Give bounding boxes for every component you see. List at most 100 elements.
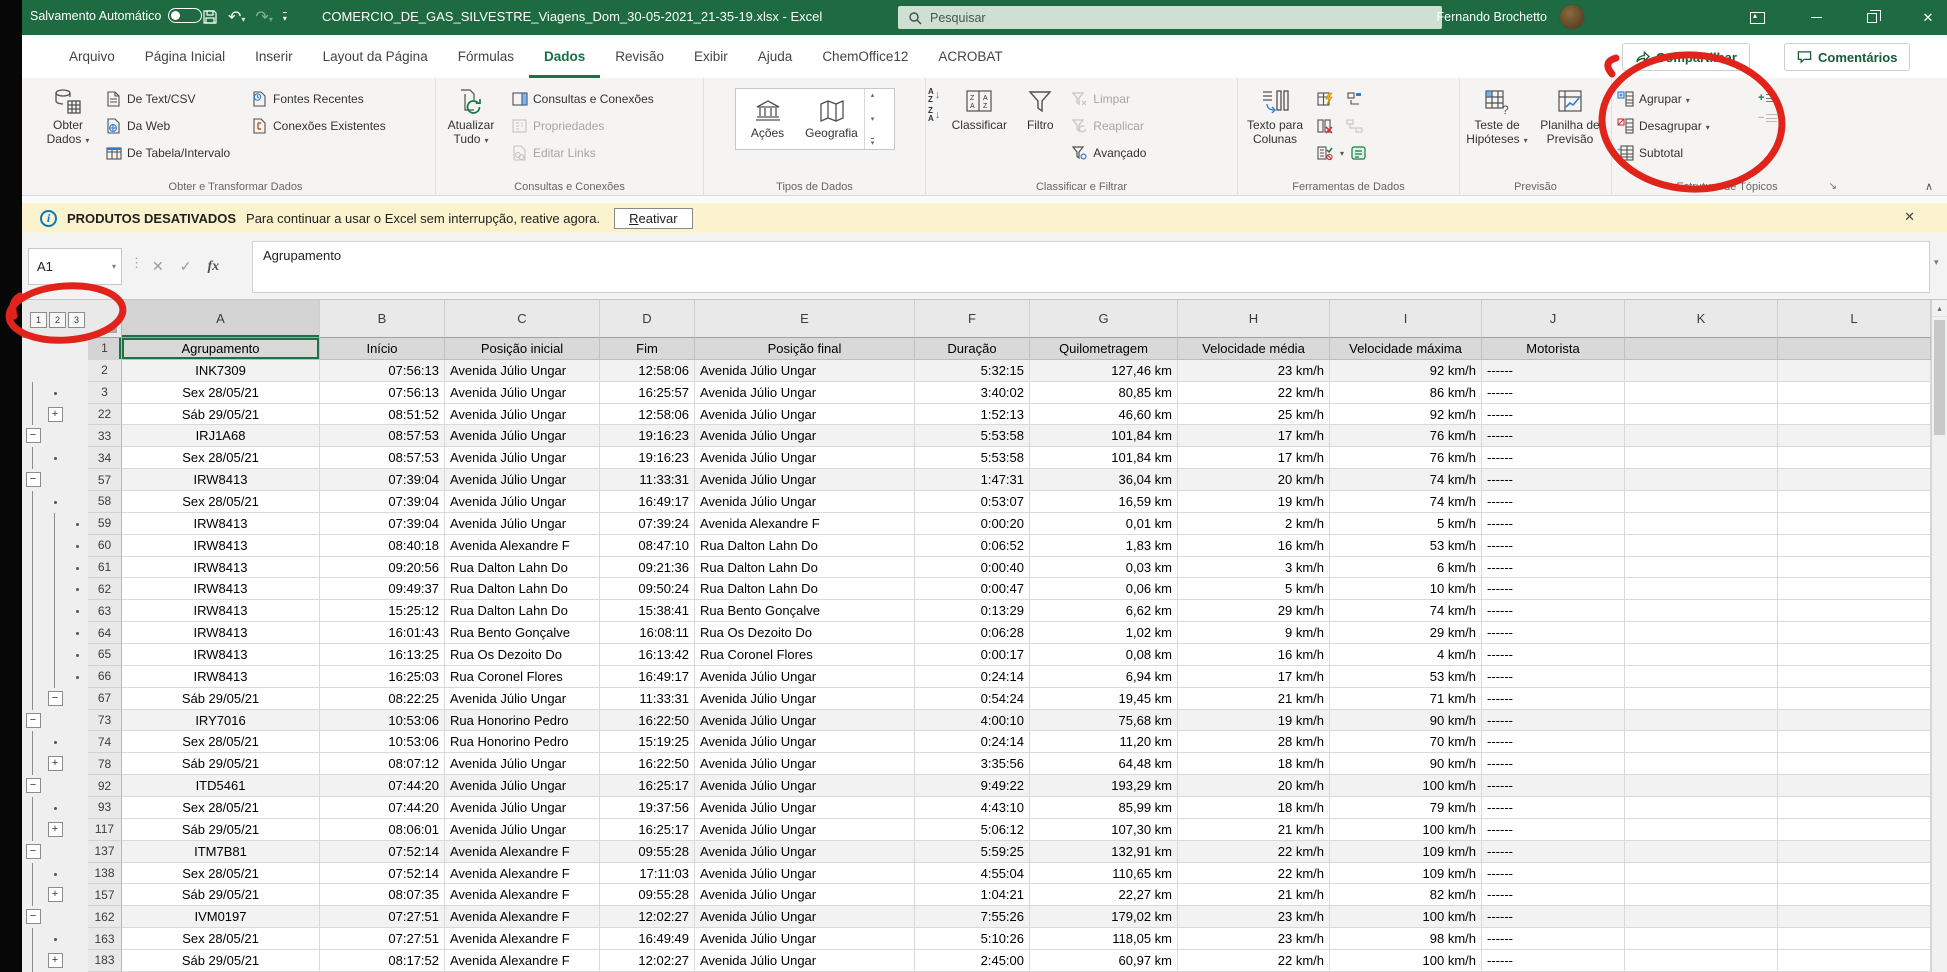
reapply-filter-button[interactable]: Reaplicar	[1066, 114, 1176, 138]
cell-G34[interactable]: 101,84 km	[1030, 447, 1178, 469]
cell-F63[interactable]: 0:13:29	[915, 600, 1030, 622]
cell-L63[interactable]	[1778, 600, 1931, 622]
cell-B163[interactable]: 07:27:51	[320, 928, 445, 950]
cell-D3[interactable]: 16:25:57	[600, 382, 695, 404]
cell-C22[interactable]: Avenida Júlio Ungar	[445, 404, 600, 426]
cell-I65[interactable]: 4 km/h	[1330, 644, 1482, 666]
cell-G1[interactable]: Quilometragem	[1030, 338, 1178, 360]
cell-B2[interactable]: 07:56:13	[320, 360, 445, 382]
cell-I64[interactable]: 29 km/h	[1330, 622, 1482, 644]
refresh-all-button[interactable]: Atualizar Tudo	[436, 82, 506, 174]
cell-A66[interactable]: IRW8413	[122, 666, 320, 688]
cell-H92[interactable]: 20 km/h	[1178, 775, 1330, 797]
cell-L33[interactable]	[1778, 425, 1931, 447]
cell-B58[interactable]: 07:39:04	[320, 491, 445, 513]
row-header-117[interactable]: 117	[88, 819, 122, 841]
edit-links-button[interactable]: Editar Links	[506, 141, 686, 165]
from-web-button[interactable]: Da Web	[100, 114, 246, 138]
cell-J157[interactable]: ------	[1482, 884, 1625, 906]
avatar[interactable]	[1559, 4, 1585, 30]
cell-D65[interactable]: 16:13:42	[600, 644, 695, 666]
formula-input[interactable]: Agrupamento	[252, 241, 1930, 293]
cell-I66[interactable]: 53 km/h	[1330, 666, 1482, 688]
cell-K78[interactable]	[1625, 753, 1778, 775]
cell-A22[interactable]: Sáb 29/05/21	[122, 404, 320, 426]
cell-B65[interactable]: 16:13:25	[320, 644, 445, 666]
cell-B1[interactable]: Início	[320, 338, 445, 360]
cell-J63[interactable]: ------	[1482, 600, 1625, 622]
cell-D33[interactable]: 19:16:23	[600, 425, 695, 447]
row-header-64[interactable]: 64	[88, 622, 122, 644]
cell-A60[interactable]: IRW8413	[122, 535, 320, 557]
cell-L2[interactable]	[1778, 360, 1931, 382]
select-all-corner[interactable]	[104, 320, 117, 333]
cell-K73[interactable]	[1625, 710, 1778, 732]
tab-arquivo[interactable]: Arquivo	[54, 35, 130, 78]
cell-L157[interactable]	[1778, 884, 1931, 906]
row-header-59[interactable]: 59	[88, 513, 122, 535]
share-button[interactable]: Compartilhar	[1622, 43, 1750, 71]
cell-K63[interactable]	[1625, 600, 1778, 622]
validation-dropdown-icon[interactable]: ▾	[1340, 149, 1344, 158]
cell-G163[interactable]: 118,05 km	[1030, 928, 1178, 950]
cell-A92[interactable]: ITD5461	[122, 775, 320, 797]
cell-I67[interactable]: 71 km/h	[1330, 688, 1482, 710]
cell-H66[interactable]: 17 km/h	[1178, 666, 1330, 688]
cell-I60[interactable]: 53 km/h	[1330, 535, 1482, 557]
cell-F64[interactable]: 0:06:28	[915, 622, 1030, 644]
cell-B138[interactable]: 07:52:14	[320, 863, 445, 885]
cell-A57[interactable]: IRW8413	[122, 469, 320, 491]
cell-K93[interactable]	[1625, 797, 1778, 819]
cell-A61[interactable]: IRW8413	[122, 557, 320, 579]
row-header-57[interactable]: 57	[88, 469, 122, 491]
cell-H74[interactable]: 28 km/h	[1178, 731, 1330, 753]
cell-E163[interactable]: Avenida Júlio Ungar	[695, 928, 915, 950]
cell-J183[interactable]: ------	[1482, 950, 1625, 972]
cell-B137[interactable]: 07:52:14	[320, 841, 445, 863]
dialog-launcher-icon[interactable]: ↘	[1829, 181, 1837, 192]
cell-C58[interactable]: Avenida Júlio Ungar	[445, 491, 600, 513]
cell-D93[interactable]: 19:37:56	[600, 797, 695, 819]
collapse-group-button[interactable]: −	[26, 909, 41, 924]
cell-L73[interactable]	[1778, 710, 1931, 732]
cell-E92[interactable]: Avenida Júlio Ungar	[695, 775, 915, 797]
cell-E34[interactable]: Avenida Júlio Ungar	[695, 447, 915, 469]
cell-A137[interactable]: ITM7B81	[122, 841, 320, 863]
cell-C62[interactable]: Rua Dalton Lahn Do	[445, 578, 600, 600]
cell-I138[interactable]: 109 km/h	[1330, 863, 1482, 885]
data-validation-icon[interactable]	[1317, 145, 1334, 161]
collapse-group-button[interactable]: −	[26, 428, 41, 443]
row-header-138[interactable]: 138	[88, 863, 122, 885]
collapse-group-button[interactable]: −	[48, 691, 63, 706]
cell-L117[interactable]	[1778, 819, 1931, 841]
cell-I92[interactable]: 100 km/h	[1330, 775, 1482, 797]
tab-revisão[interactable]: Revisão	[600, 35, 679, 78]
cell-J93[interactable]: ------	[1482, 797, 1625, 819]
cell-K2[interactable]	[1625, 360, 1778, 382]
cell-E65[interactable]: Rua Coronel Flores	[695, 644, 915, 666]
ribbon-display-options-button[interactable]	[1735, 0, 1779, 35]
cell-J163[interactable]: ------	[1482, 928, 1625, 950]
cell-H78[interactable]: 18 km/h	[1178, 753, 1330, 775]
cell-D2[interactable]: 12:58:06	[600, 360, 695, 382]
cell-A1[interactable]: Agrupamento	[122, 338, 320, 360]
row-header-162[interactable]: 162	[88, 906, 122, 928]
cell-B34[interactable]: 08:57:53	[320, 447, 445, 469]
scroll-up-icon[interactable]: ▴	[1932, 300, 1947, 317]
cell-K138[interactable]	[1625, 863, 1778, 885]
cell-J60[interactable]: ------	[1482, 535, 1625, 557]
cell-H162[interactable]: 23 km/h	[1178, 906, 1330, 928]
cell-G73[interactable]: 75,68 km	[1030, 710, 1178, 732]
tab-fórmulas[interactable]: Fórmulas	[443, 35, 529, 78]
cell-F138[interactable]: 4:55:04	[915, 863, 1030, 885]
column-header-G[interactable]: G	[1030, 300, 1178, 338]
cell-G60[interactable]: 1,83 km	[1030, 535, 1178, 557]
close-button[interactable]: ✕	[1906, 0, 1947, 35]
row-header-63[interactable]: 63	[88, 600, 122, 622]
cell-H163[interactable]: 23 km/h	[1178, 928, 1330, 950]
cell-D78[interactable]: 16:22:50	[600, 753, 695, 775]
cell-E66[interactable]: Avenida Júlio Ungar	[695, 666, 915, 688]
manage-data-model-icon[interactable]	[1350, 145, 1367, 161]
cell-L162[interactable]	[1778, 906, 1931, 928]
cell-E137[interactable]: Avenida Júlio Ungar	[695, 841, 915, 863]
